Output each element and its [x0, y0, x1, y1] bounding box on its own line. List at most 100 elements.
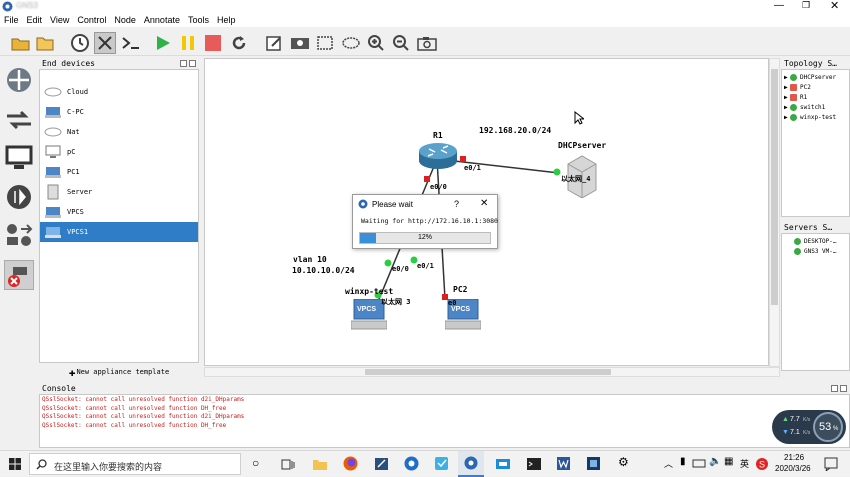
show-interfaces-icon[interactable] [94, 32, 116, 54]
menu-node[interactable]: Node [114, 15, 136, 25]
app-icon[interactable] [434, 456, 449, 471]
antivirus-icon[interactable]: S [755, 457, 769, 471]
task-view-icon[interactable] [281, 459, 295, 470]
settings-gear-icon[interactable]: ⚙ [618, 455, 629, 469]
server-item[interactable]: GNS3 VM-… [794, 246, 837, 256]
video-app-icon[interactable] [495, 457, 511, 471]
device-item-vpcs1[interactable]: VPCS1 [40, 222, 198, 242]
menu-view[interactable]: View [50, 15, 69, 25]
device-item-cloud[interactable]: Cloud [40, 82, 198, 102]
open-folder-icon[interactable] [35, 32, 57, 54]
topology-item[interactable]: ▶ switch1 [784, 102, 825, 112]
virtualbox-icon[interactable] [586, 456, 601, 471]
status-dot-icon [790, 103, 797, 111]
horizontal-scroll-thumb[interactable] [365, 369, 611, 375]
help-button[interactable]: ? [454, 199, 459, 209]
maximize-button[interactable]: ❐ [802, 0, 810, 11]
close-window-button[interactable]: ✕ [830, 0, 839, 12]
gns3-taskbar-button[interactable] [458, 451, 484, 477]
canvas-horizontal-scrollbar[interactable] [204, 367, 780, 377]
node-label-winxp[interactable]: winxp-test [345, 287, 393, 296]
clock-date[interactable]: 2020/3/26 [775, 464, 811, 473]
network-monitor-widget[interactable]: ▲ 7.7 K/s ▼ 7.1 K/s 53 % [772, 410, 846, 444]
open-project-icon[interactable] [10, 32, 32, 54]
browse-end-devices-icon[interactable] [4, 143, 34, 173]
menu-annotate[interactable]: Annotate [144, 15, 180, 25]
float-panel-button[interactable] [180, 59, 187, 67]
notes-app-icon[interactable] [374, 457, 389, 471]
menu-edit[interactable]: Edit [27, 15, 43, 25]
tray-expand-icon[interactable]: ︿ [664, 457, 673, 470]
float-panel-button[interactable] [831, 384, 838, 392]
port-label-dhcp: 以太网_4 [561, 175, 591, 183]
reload-icon[interactable] [228, 32, 250, 54]
menu-control[interactable]: Control [77, 15, 106, 25]
node-label-pc2[interactable]: PC2 [453, 285, 467, 294]
close-dialog-button[interactable]: ✕ [480, 198, 488, 209]
add-link-icon[interactable] [4, 260, 34, 290]
vlan-label[interactable]: vlan 10 [293, 255, 327, 264]
node-label-r1[interactable]: R1 [433, 131, 443, 140]
network-icon[interactable] [692, 459, 706, 469]
browse-all-devices-icon[interactable] [4, 220, 34, 250]
ime-indicator[interactable]: 英 [740, 457, 749, 470]
node-label-dhcpserver[interactable]: DHCPserver [558, 141, 606, 150]
windows-start-icon[interactable] [9, 458, 21, 470]
topology-item[interactable]: ▶ DHCPserver [784, 72, 836, 82]
topology-item[interactable]: ▶ winxp-test [784, 112, 836, 122]
topology-item[interactable]: ▶ PC2 [784, 82, 811, 92]
notifications-icon[interactable] [824, 457, 838, 471]
volume-icon[interactable]: 🔈 [709, 456, 721, 467]
suspend-icon[interactable] [177, 32, 199, 54]
device-item-pc[interactable]: pC [40, 142, 198, 162]
screenshot-icon[interactable] [416, 32, 438, 54]
dialog-message: Waiting for http://172.16.10.1:3080 [361, 217, 498, 225]
console-line: QSslSocket: cannot call unresolved funct… [42, 421, 227, 429]
device-item-server[interactable]: Server [40, 182, 198, 202]
taskbar-search-box[interactable]: 在这里输入你要搜索的内容 [29, 453, 241, 475]
close-panel-button[interactable] [840, 384, 847, 392]
menu-tools[interactable]: Tools [188, 15, 209, 25]
zoom-out-icon[interactable] [390, 32, 412, 54]
zoom-in-icon[interactable] [365, 32, 387, 54]
stop-icon[interactable] [202, 32, 224, 54]
status-dot-icon [790, 83, 797, 91]
close-panel-button[interactable] [189, 59, 196, 67]
clock-time[interactable]: 21:26 [784, 453, 804, 462]
draw-rectangle-icon[interactable] [314, 32, 336, 54]
menu-help[interactable]: Help [217, 15, 236, 25]
browse-switches-icon[interactable] [4, 105, 34, 135]
device-item-cpc[interactable]: C-PC [40, 102, 198, 122]
device-item-pc1[interactable]: PC1 [40, 162, 198, 182]
device-item-vpcs[interactable]: VPCS [40, 202, 198, 222]
new-appliance-template-button[interactable]: ✚ New appliance template [39, 365, 199, 379]
file-explorer-icon[interactable] [313, 458, 327, 470]
router-icon[interactable] [417, 141, 459, 171]
console-output[interactable]: QSslSocket: cannot call unresolved funct… [39, 394, 850, 448]
device-item-nat[interactable]: Nat [40, 122, 198, 142]
add-note-icon[interactable] [263, 32, 285, 54]
vertical-scroll-thumb[interactable] [771, 69, 778, 305]
topology-item[interactable]: ▶ R1 [784, 92, 807, 102]
cortana-icon[interactable]: ○ [252, 456, 259, 470]
microphone-icon[interactable]: ▮ [680, 456, 686, 467]
terminal-icon[interactable] [526, 457, 542, 471]
console-all-icon[interactable] [120, 32, 142, 54]
snapshot-icon[interactable] [69, 32, 91, 54]
tray-app-icon[interactable]: ▦ [724, 456, 733, 467]
subnet-label-left[interactable]: 10.10.10.0/24 [292, 266, 355, 275]
firefox-icon[interactable] [343, 456, 358, 471]
word-icon[interactable] [556, 456, 571, 471]
edge-browser-icon[interactable] [404, 456, 419, 471]
draw-ellipse-icon[interactable] [340, 32, 362, 54]
canvas-vertical-scrollbar[interactable] [769, 58, 780, 367]
subnet-label-top[interactable]: 192.168.20.0/24 [479, 126, 551, 135]
browse-security-devices-icon[interactable] [4, 182, 34, 212]
dialog-title: Please wait [372, 200, 413, 209]
start-icon[interactable] [152, 32, 174, 54]
browse-routers-icon[interactable] [4, 65, 34, 95]
menu-file[interactable]: File [4, 15, 19, 25]
minimize-button[interactable]: — [774, 0, 784, 11]
insert-image-icon[interactable] [289, 32, 311, 54]
server-item[interactable]: DESKTOP-… [794, 236, 837, 246]
